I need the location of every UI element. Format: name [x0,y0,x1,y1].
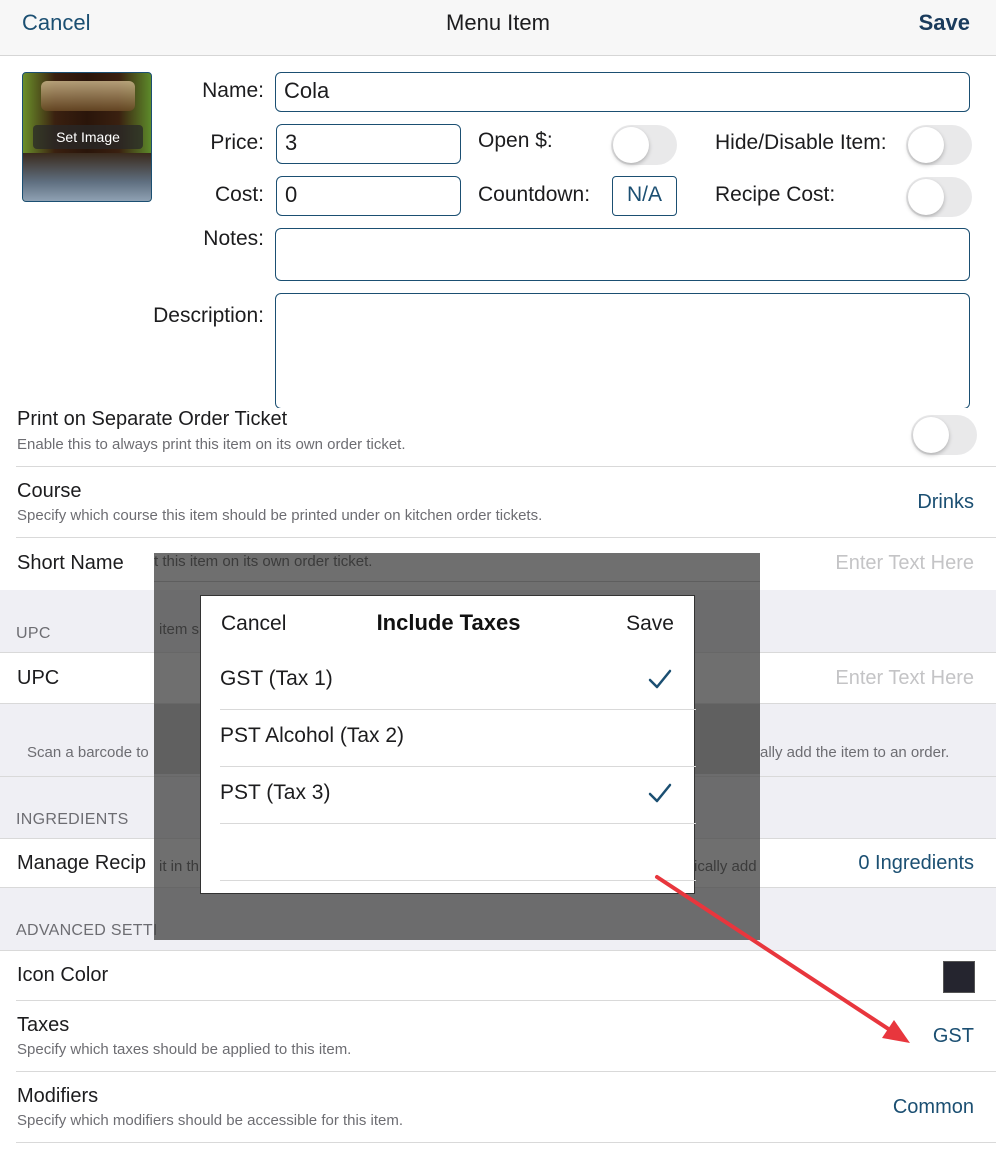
notes-label: Notes: [203,227,264,250]
modal-save-button[interactable]: Save [626,612,674,636]
manage-recipe-title: Manage Recip [17,852,146,874]
upc-help-text-right: ally add the item to an order. [760,744,950,761]
page-title: Menu Item [446,10,550,35]
countdown-field[interactable]: N/A [612,176,677,216]
course-title: Course [17,480,82,502]
name-field[interactable]: Cola [275,72,970,112]
recipe-cost-label: Recipe Cost: [715,183,836,206]
icon-color-swatch[interactable] [943,961,975,993]
price-field[interactable]: 3 [276,124,461,164]
item-photo-detail [41,81,135,111]
icon-color-row[interactable]: Icon Color [0,950,996,1001]
countdown-label: Countdown: [478,183,591,206]
upc-title: UPC [17,667,60,689]
item-image[interactable]: Set Image [22,72,152,202]
taxes-row[interactable]: Taxes Specify which taxes should be appl… [0,1001,996,1071]
modifiers-row[interactable]: Modifiers Specify which modifiers should… [0,1072,996,1142]
upc-section-title: UPC [16,625,51,642]
toggle-knob [613,127,649,163]
description-field[interactable] [275,293,970,409]
modifiers-value[interactable]: Common [893,1096,974,1119]
checkmark-icon [648,669,672,689]
checkmark-icon [648,783,672,803]
hide-disable-label: Hide/Disable Item: [715,131,887,154]
tax-option-4[interactable] [220,824,696,881]
tax-option-3[interactable]: PST (Tax 3) [220,767,696,824]
separate-ticket-title: Print on Separate Order Ticket [17,410,288,430]
course-row[interactable]: Course Specify which course this item sh… [0,467,996,537]
ghost-text-4: ically add [694,858,757,875]
price-label: Price: [210,131,264,154]
ghost-text-2: item s [159,621,200,638]
include-taxes-modal: Include Taxes Cancel Save GST (Tax 1) PS… [200,595,696,894]
cost-field[interactable]: 0 [276,176,461,216]
short-name-title: Short Name [17,552,124,574]
separate-ticket-row[interactable]: Print on Separate Order Ticket Enable th… [0,410,996,467]
short-name-input[interactable]: Enter Text Here [835,552,974,575]
taxes-value[interactable]: GST [933,1025,974,1048]
toggle-knob [908,127,944,163]
save-button[interactable]: Save [919,10,970,36]
tax-option-1[interactable]: GST (Tax 1) [220,653,696,710]
divider [16,1142,996,1143]
hide-disable-toggle[interactable] [906,125,972,165]
tax-option-2[interactable]: PST Alcohol (Tax 2) [220,710,696,767]
manage-recipe-value[interactable]: 0 Ingredients [858,852,974,875]
item-photo-base [23,153,151,201]
field-cover [0,408,996,411]
name-label: Name: [202,79,264,102]
upc-help-text-left: Scan a barcode to [27,744,149,761]
toggle-knob [913,417,949,453]
tax-option-label: PST Alcohol (Tax 2) [220,724,405,747]
open-price-label: Open $: [478,129,553,152]
cost-label: Cost: [214,183,264,206]
nav-bar: Cancel Menu Item Save [0,0,996,56]
ghost-text-1: t this item on its own order ticket. [154,553,373,570]
modifiers-title: Modifiers [17,1085,99,1107]
tax-option-label: PST (Tax 3) [220,781,331,804]
ghost-text-3: it in th [159,858,200,875]
course-subtitle: Specify which course this item should be… [17,507,543,524]
modifiers-subtitle: Specify which modifiers should be access… [17,1112,404,1129]
ingredients-section-title: INGREDIENTS [16,811,129,828]
notes-field[interactable] [275,228,970,281]
toggle-knob [908,179,944,215]
course-value[interactable]: Drinks [917,491,974,514]
ghost-divider [154,581,760,582]
upc-input[interactable]: Enter Text Here [835,667,974,690]
modal-cancel-button[interactable]: Cancel [221,612,286,636]
separate-ticket-toggle[interactable] [911,415,977,455]
recipe-cost-toggle[interactable] [906,177,972,217]
description-label: Description: [153,304,264,327]
open-price-toggle[interactable] [611,125,677,165]
taxes-title: Taxes [17,1014,70,1036]
advanced-section-title: ADVANCED SETTI [16,922,158,939]
set-image-button[interactable]: Set Image [33,125,143,149]
icon-color-title: Icon Color [17,964,109,986]
taxes-subtitle: Specify which taxes should be applied to… [17,1041,352,1058]
separate-ticket-subtitle: Enable this to always print this item on… [17,436,406,453]
tax-option-label: GST (Tax 1) [220,667,333,690]
